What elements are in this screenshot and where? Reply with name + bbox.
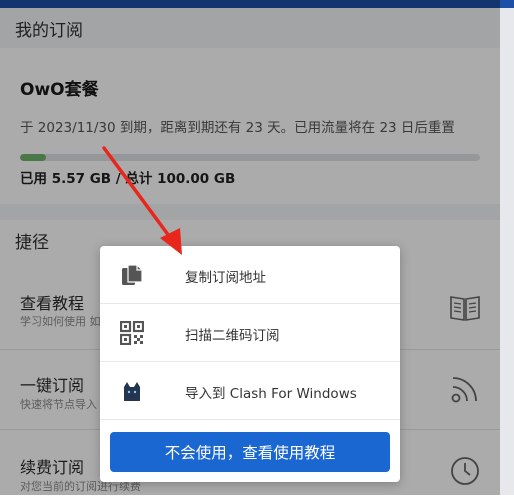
subscribe-popup-menu: 复制订阅地址 扫描二维码订阅 导入到 Clash For Windows 不会使… [100, 246, 400, 482]
import-clash-label: 导入到 Clash For Windows [185, 386, 357, 402]
copy-icon [122, 264, 143, 285]
copy-subscription-url-item[interactable]: 复制订阅地址 [100, 246, 400, 304]
scan-qrcode-item[interactable]: 扫描二维码订阅 [100, 304, 400, 362]
qrcode-icon [120, 321, 144, 345]
copy-subscription-url-label: 复制订阅地址 [185, 270, 266, 286]
scrollbar-track[interactable] [500, 8, 514, 495]
view-tutorial-button[interactable]: 不会使用，查看使用教程 [110, 432, 390, 472]
scan-qrcode-label: 扫描二维码订阅 [185, 328, 280, 344]
clash-cat-icon [124, 382, 140, 401]
import-clash-item[interactable]: 导入到 Clash For Windows [100, 362, 400, 420]
